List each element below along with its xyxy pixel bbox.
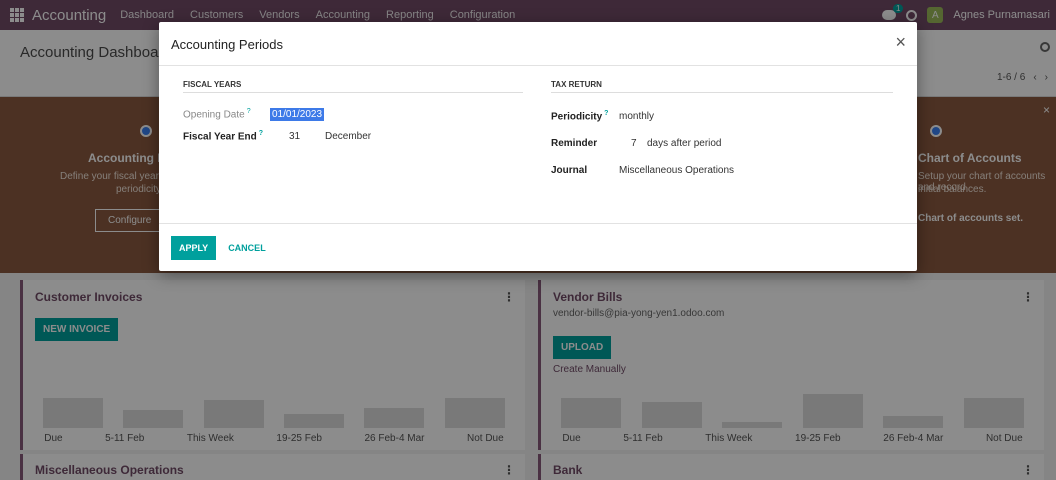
modal-footer: APPLY CANCEL xyxy=(159,223,917,271)
tax-return-section: TAX RETURN Periodicity? monthly Reminder… xyxy=(551,80,893,184)
section-title: FISCAL YEARS xyxy=(183,80,523,93)
fiscal-year-end-label-text: Fiscal Year End xyxy=(183,131,257,143)
opening-date-row: Opening Date? 01/01/2023 xyxy=(183,103,523,125)
modal-header: Accounting Periods × xyxy=(159,22,917,66)
fiscal-year-end-month-select[interactable]: December xyxy=(325,131,371,142)
reminder-suffix: days after period xyxy=(647,138,722,149)
periodicity-row: Periodicity? monthly xyxy=(551,103,893,130)
help-icon[interactable]: ? xyxy=(259,130,263,137)
opening-date-field[interactable]: 01/01/2023 xyxy=(270,107,325,121)
accounting-periods-dialog: Accounting Periods × FISCAL YEARS Openin… xyxy=(159,22,917,271)
modal-title: Accounting Periods xyxy=(171,37,284,52)
modal-body: FISCAL YEARS Opening Date? 01/01/2023 Fi… xyxy=(159,66,917,223)
journal-label: Journal xyxy=(551,165,588,176)
reminder-row: Reminder 7 days after period xyxy=(551,130,893,157)
help-icon[interactable]: ? xyxy=(604,110,608,117)
periodicity-select[interactable]: monthly xyxy=(619,111,654,122)
close-icon[interactable]: × xyxy=(895,32,906,53)
fiscal-years-section: FISCAL YEARS Opening Date? 01/01/2023 Fi… xyxy=(183,80,523,147)
opening-date-label: Opening Date? xyxy=(183,108,270,120)
reminder-days-field[interactable]: 7 xyxy=(631,138,647,149)
fiscal-year-end-label: Fiscal Year End? xyxy=(183,130,289,142)
cancel-button[interactable]: CANCEL xyxy=(228,243,266,253)
journal-row: Journal Miscellaneous Operations xyxy=(551,157,893,184)
apply-button[interactable]: APPLY xyxy=(171,235,217,260)
journal-select[interactable]: Miscellaneous Operations xyxy=(619,165,734,176)
fiscal-year-end-day-field[interactable]: 31 xyxy=(289,131,325,142)
periodicity-label: Periodicity? xyxy=(551,110,619,122)
reminder-label: Reminder xyxy=(551,138,598,149)
section-title: TAX RETURN xyxy=(551,80,893,93)
help-icon[interactable]: ? xyxy=(247,108,251,115)
opening-date-label-text: Opening Date xyxy=(183,109,245,121)
fiscal-year-end-row: Fiscal Year End? 31 December xyxy=(183,125,523,147)
periodicity-label-text: Periodicity xyxy=(551,111,603,123)
